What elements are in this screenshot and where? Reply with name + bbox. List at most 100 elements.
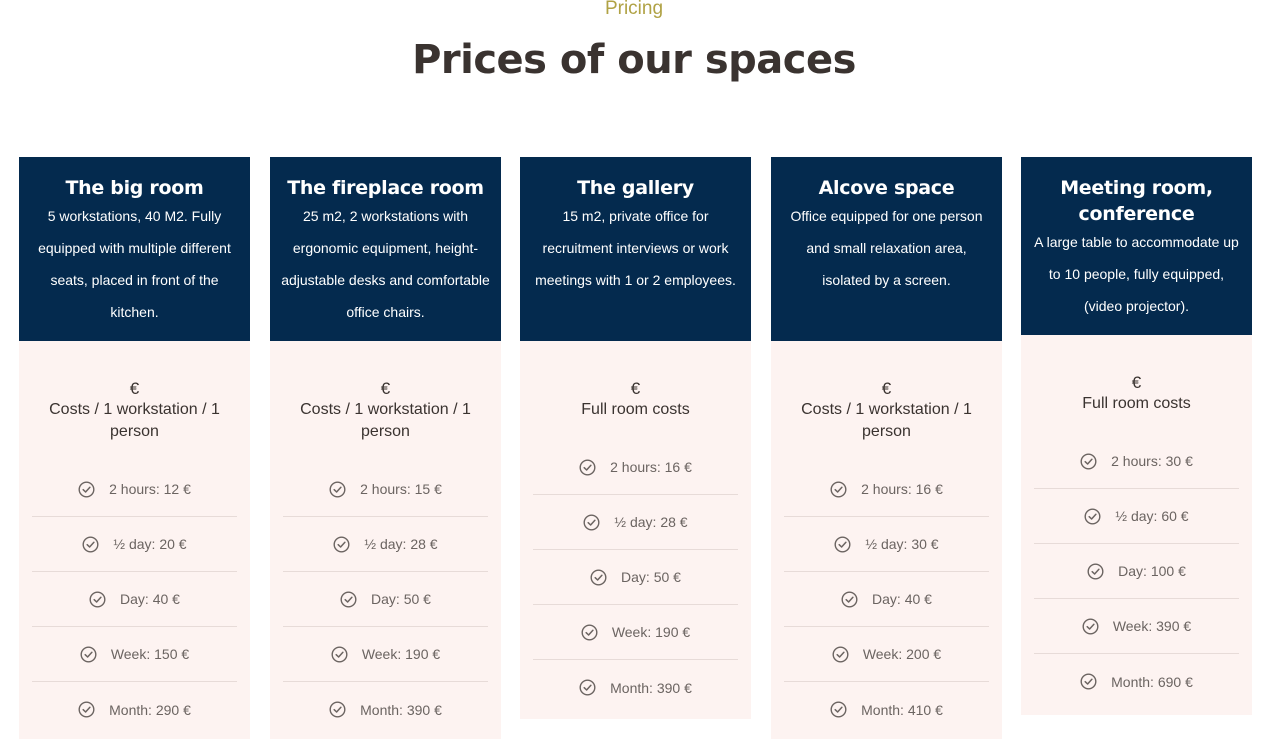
price-label: Day: 40 €	[872, 591, 932, 607]
section-eyebrow: Pricing	[604, 0, 664, 19]
price-row: Week: 190 €	[533, 605, 738, 660]
card-body: € Costs / 1 workstation / 1 person 2 hou…	[19, 341, 250, 739]
price-label: Month: 390 €	[610, 679, 692, 696]
check-circle-icon	[832, 645, 849, 663]
price-row: Week: 200 €	[784, 627, 989, 682]
card-header: Alcove space Office equipped for one per…	[771, 157, 1002, 341]
card-description: 25 m2, 2 workstations with ergonomic equ…	[281, 208, 490, 320]
check-circle-icon	[340, 590, 357, 608]
price-row: ½ day: 20 €	[32, 517, 237, 572]
price-list: 2 hours: 15 € ½ day: 28 € Day: 50 € Week…	[283, 462, 488, 737]
currency-symbol: €	[129, 379, 140, 398]
price-row: Day: 40 €	[32, 572, 237, 627]
check-circle-icon	[1080, 673, 1097, 690]
check-circle-icon	[1080, 452, 1097, 470]
currency-symbol: €	[1131, 373, 1142, 392]
card-title: The gallery	[577, 177, 694, 199]
price-label: 2 hours: 15 €	[360, 481, 442, 497]
card-description: 5 workstations, 40 M2. Fully equipped wi…	[38, 208, 231, 320]
price-label: Week: 390 €	[1112, 618, 1192, 634]
price-label: Day: 100 €	[1118, 563, 1186, 579]
check-circle-icon	[590, 568, 607, 586]
check-circle-icon	[579, 458, 596, 476]
price-row: Month: 690 €	[1034, 654, 1239, 709]
price-label: Month: 390 €	[360, 701, 442, 718]
price-unit: Full room costs	[581, 401, 690, 418]
price-list: 2 hours: 30 € ½ day: 60 € Day: 100 € Wee…	[1034, 434, 1239, 709]
card-header: The fireplace room 25 m2, 2 workstations…	[270, 157, 501, 341]
currency-symbol: €	[380, 379, 391, 398]
check-circle-icon	[583, 513, 600, 531]
card-body: € Full room costs 2 hours: 16 € ½ day: 2…	[520, 341, 751, 719]
currency-symbol: €	[881, 379, 892, 398]
currency-symbol: €	[630, 379, 641, 398]
price-row: Day: 50 €	[283, 572, 488, 627]
price-unit: Costs / 1 workstation / 1 person	[801, 401, 972, 440]
check-circle-icon	[78, 701, 95, 718]
check-circle-icon	[80, 645, 97, 663]
pricing-card-fireplace-room: The fireplace room 25 m2, 2 workstations…	[270, 157, 501, 739]
price-row: 2 hours: 15 €	[283, 462, 488, 517]
price-label: Month: 690 €	[1111, 673, 1193, 690]
card-body: € Costs / 1 workstation / 1 person 2 hou…	[270, 341, 501, 739]
price-row: ½ day: 28 €	[283, 517, 488, 572]
price-list: 2 hours: 16 € ½ day: 30 € Day: 40 € Week…	[784, 462, 989, 737]
price-label: 2 hours: 12 €	[109, 481, 191, 497]
price-row: Day: 40 €	[784, 572, 989, 627]
card-body: € Full room costs 2 hours: 30 € ½ day: 6…	[1021, 335, 1252, 715]
card-description: Office equipped for one person and small…	[790, 208, 983, 288]
card-header: The big room 5 workstations, 40 M2. Full…	[19, 157, 250, 341]
price-label: 2 hours: 16 €	[861, 481, 943, 497]
price-label: 2 hours: 30 €	[1111, 453, 1193, 469]
card-title: The fireplace room	[287, 177, 484, 199]
price-row: ½ day: 28 €	[533, 495, 738, 550]
pricing-card-gallery: The gallery 15 m2, private office for re…	[520, 157, 751, 719]
check-circle-icon	[841, 590, 858, 608]
price-unit: Costs / 1 workstation / 1 person	[300, 401, 471, 440]
check-circle-icon	[834, 535, 851, 553]
price-row: 2 hours: 16 €	[533, 440, 738, 495]
check-circle-icon	[1082, 617, 1099, 635]
pricing-card-alcove-space: Alcove space Office equipped for one per…	[771, 157, 1002, 739]
card-header: The gallery 15 m2, private office for re…	[520, 157, 751, 341]
check-circle-icon	[830, 701, 847, 718]
check-circle-icon	[581, 623, 598, 641]
pricing-card-meeting-room: Meeting room, conference A large table t…	[1021, 157, 1252, 715]
price-unit: Costs / 1 workstation / 1 person	[49, 401, 220, 440]
price-row: Month: 410 €	[784, 682, 989, 737]
page-title: Prices of our spaces	[412, 37, 856, 83]
check-circle-icon	[579, 679, 596, 696]
price-row: Week: 190 €	[283, 627, 488, 682]
price-label: Month: 410 €	[861, 701, 943, 718]
price-label: ½ day: 28 €	[614, 514, 688, 530]
price-label: 2 hours: 16 €	[610, 459, 692, 475]
check-circle-icon	[1084, 507, 1101, 525]
price-label: Day: 50 €	[621, 569, 681, 585]
price-list: 2 hours: 16 € ½ day: 28 € Day: 50 € Week…	[533, 440, 738, 715]
card-title: Meeting room, conference	[1060, 177, 1213, 225]
price-row: Week: 390 €	[1034, 599, 1239, 654]
check-circle-icon	[329, 480, 346, 498]
card-title: Alcove space	[818, 177, 955, 199]
price-label: Day: 40 €	[120, 591, 180, 607]
price-row: Day: 100 €	[1034, 544, 1239, 599]
card-description: A large table to accommodate up to 10 pe…	[1034, 234, 1239, 314]
price-label: Week: 190 €	[361, 646, 441, 662]
check-circle-icon	[830, 480, 847, 498]
price-label: ½ day: 30 €	[865, 536, 939, 552]
price-label: Week: 150 €	[110, 646, 190, 662]
price-row: 2 hours: 30 €	[1034, 434, 1239, 489]
price-row: ½ day: 30 €	[784, 517, 989, 572]
card-description: 15 m2, private office for recruitment in…	[535, 208, 736, 288]
check-circle-icon	[78, 480, 95, 498]
price-row: Week: 150 €	[32, 627, 237, 682]
card-header: Meeting room, conference A large table t…	[1021, 157, 1252, 335]
check-circle-icon	[1087, 562, 1104, 580]
price-label: Week: 200 €	[862, 646, 942, 662]
check-circle-icon	[329, 701, 346, 718]
price-label: ½ day: 28 €	[364, 536, 438, 552]
price-row: 2 hours: 16 €	[784, 462, 989, 517]
check-circle-icon	[333, 535, 350, 553]
price-label: ½ day: 60 €	[1115, 508, 1189, 524]
price-label: Month: 290 €	[109, 701, 191, 718]
